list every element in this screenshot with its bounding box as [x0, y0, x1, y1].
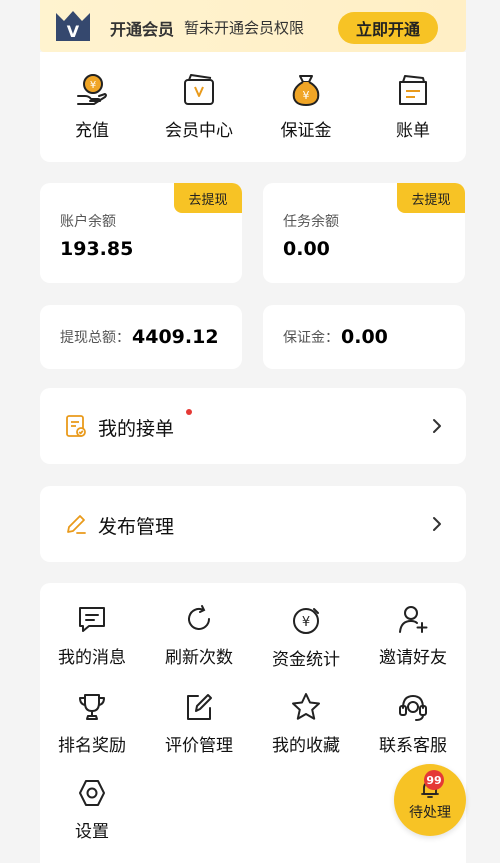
quick-item-label: 充值	[75, 121, 109, 141]
headset-icon	[399, 695, 427, 721]
account-balance-label: 账户余额	[60, 214, 116, 230]
grid-item-settings[interactable]: 设置	[42, 777, 142, 842]
quick-item-deposit[interactable]: ¥ 保证金	[258, 72, 354, 141]
new-dot	[186, 409, 192, 415]
grid-item-ranking-rewards[interactable]: 排名奖励	[42, 691, 142, 756]
grid-item-customer-service[interactable]: 联系客服	[363, 691, 463, 756]
invite-friend-icon	[399, 606, 428, 633]
deposit-bag-icon: ¥	[292, 75, 320, 106]
grid-item-label: 邀请好友	[379, 648, 447, 668]
grid-item-label: 我的收藏	[272, 736, 340, 756]
publish-management-row[interactable]: 发布管理	[40, 486, 466, 562]
quick-item-label: 账单	[396, 121, 430, 141]
pending-label: 待处理	[409, 805, 451, 821]
grid-item-label: 排名奖励	[58, 736, 126, 756]
withdraw-button[interactable]: 去提现	[174, 183, 242, 213]
svg-text:¥: ¥	[302, 615, 310, 630]
vip-description: 暂未开通会员权限	[184, 19, 305, 37]
grid-item-label: 刷新次数	[165, 648, 233, 668]
member-center-icon	[184, 74, 214, 105]
quick-actions-card: ¥ 充值 会员中心 ¥ 保证金 账单	[40, 52, 466, 162]
quick-item-recharge[interactable]: ¥ 充值	[44, 72, 140, 141]
deposit-total-card: 保证金： 0.00	[263, 305, 465, 369]
withdraw-button[interactable]: 去提现	[397, 183, 465, 213]
vip-title: 开通会员	[110, 20, 175, 39]
refresh-icon	[188, 605, 210, 630]
grid-item-label: 评价管理	[165, 736, 233, 756]
withdraw-total-value: 4409.12	[132, 326, 219, 348]
deposit-total-value: 0.00	[341, 326, 388, 348]
account-balance-card: 去提现 账户余额 193.85	[40, 183, 242, 283]
task-balance-card: 去提现 任务余额 0.00	[263, 183, 465, 283]
svg-text:¥: ¥	[90, 80, 96, 91]
chevron-right-icon	[433, 517, 441, 531]
grid-item-label: 资金统计	[272, 650, 340, 670]
order-list-icon	[66, 415, 86, 437]
withdraw-total-card: 提现总额： 4409.12	[40, 305, 242, 369]
pending-tasks-button[interactable]: 99 待处理	[394, 764, 466, 836]
quick-item-member-center[interactable]: 会员中心	[151, 72, 247, 141]
quick-item-label: 会员中心	[165, 121, 233, 141]
task-balance-label: 任务余额	[283, 214, 339, 230]
grid-item-favorites[interactable]: 我的收藏	[256, 691, 356, 756]
my-orders-row[interactable]: 我的接单	[40, 388, 466, 464]
svg-text:¥: ¥	[303, 89, 310, 102]
grid-item-review-management[interactable]: 评价管理	[149, 691, 249, 756]
withdraw-total-label: 提现总额：	[60, 330, 130, 346]
vip-crown-icon: V	[56, 11, 90, 41]
bill-icon	[399, 75, 427, 105]
pending-count-badge: 99	[424, 770, 444, 790]
chevron-right-icon	[433, 419, 441, 433]
deposit-total-label: 保证金：	[283, 330, 339, 346]
pencil-icon	[67, 515, 86, 534]
grid-item-label: 联系客服	[379, 736, 447, 756]
quick-item-bill[interactable]: 账单	[365, 72, 461, 141]
message-icon	[79, 607, 105, 632]
svg-text:V: V	[67, 22, 80, 41]
task-balance-value: 0.00	[283, 238, 330, 260]
publish-management-label: 发布管理	[98, 516, 175, 538]
fund-stats-icon: ¥	[293, 608, 319, 634]
grid-item-invite-friends[interactable]: 邀请好友	[363, 603, 463, 668]
edit-review-icon	[187, 694, 212, 720]
recharge-icon: ¥	[77, 74, 107, 105]
quick-item-label: 保证金	[280, 121, 332, 141]
grid-item-label: 我的消息	[58, 648, 126, 668]
star-icon	[292, 693, 320, 720]
grid-item-label: 设置	[75, 822, 109, 842]
vip-banner: V 开通会员 暂未开通会员权限 立即开通	[40, 0, 466, 52]
trophy-icon	[79, 694, 105, 720]
settings-icon	[79, 780, 105, 806]
grid-item-messages[interactable]: 我的消息	[42, 603, 142, 668]
open-vip-button[interactable]: 立即开通	[338, 12, 438, 44]
account-balance-value: 193.85	[60, 238, 134, 260]
my-orders-label: 我的接单	[98, 418, 175, 440]
grid-item-refresh-count[interactable]: 刷新次数	[149, 603, 249, 668]
grid-item-fund-stats[interactable]: ¥ 资金统计	[256, 605, 356, 670]
